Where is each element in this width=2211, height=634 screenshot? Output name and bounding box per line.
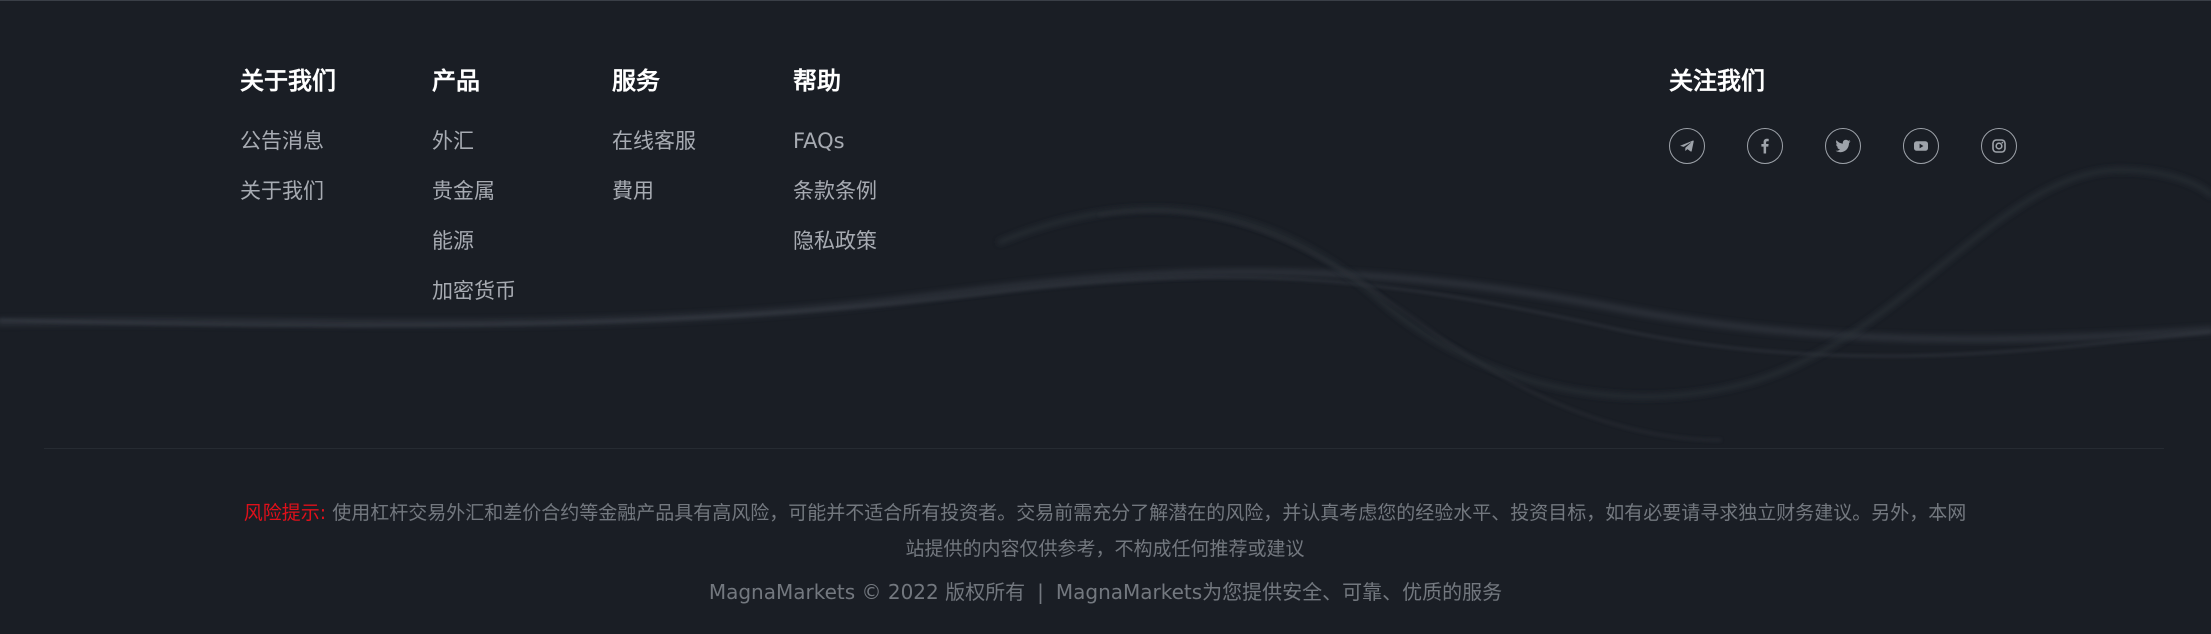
products-heading: 产品 (432, 67, 480, 95)
twitter-glyph (1835, 139, 1851, 153)
list-item: 在线客服 (612, 129, 696, 179)
risk-warning: 风险提示: 使用杠杆交易外汇和差价合约等金融产品具有高风险，可能并不适合所有投资… (240, 495, 1970, 567)
link-energy[interactable]: 能源 (432, 229, 474, 253)
copyright-text: MagnaMarkets © 2022 版权所有 (708, 580, 1026, 604)
link-about-us[interactable]: 关于我们 (240, 179, 324, 203)
link-terms[interactable]: 条款条例 (793, 179, 877, 203)
link-fees[interactable]: 費用 (612, 179, 654, 203)
about-links: 公告消息 关于我们 (240, 129, 336, 229)
list-item: 公告消息 (240, 129, 336, 179)
help-heading: 帮助 (793, 67, 841, 95)
list-item: 外汇 (432, 129, 516, 179)
telegram-icon[interactable] (1669, 128, 1705, 164)
youtube-glyph (1914, 141, 1928, 151)
products-links: 外汇 贵金属 能源 加密货币 (432, 129, 516, 329)
twitter-icon[interactable] (1825, 128, 1861, 164)
site-footer: 关于我们 公告消息 关于我们 产品 外汇 贵金属 能源 加密货币 服务 在线客服… (0, 0, 2211, 634)
risk-warning-label: 风险提示: (243, 502, 327, 524)
follow-heading: 关注我们 (1669, 67, 1765, 95)
copyright-separator: | (1037, 580, 1044, 604)
list-item: 隐私政策 (793, 229, 877, 279)
instagram-glyph (1992, 139, 2006, 153)
list-item: 費用 (612, 179, 696, 229)
list-item: 关于我们 (240, 179, 336, 229)
footer-column-services: 服务 在线客服 費用 (612, 64, 696, 229)
link-announcements[interactable]: 公告消息 (240, 129, 324, 153)
facebook-glyph (1761, 138, 1769, 154)
list-item: 加密货币 (432, 279, 516, 329)
copyright-tagline: MagnaMarkets为您提供安全、可靠、优质的服务 (1055, 580, 1503, 604)
link-online-support[interactable]: 在线客服 (612, 129, 696, 153)
list-item: 能源 (432, 229, 516, 279)
footer-column-help: 帮助 FAQs 条款条例 隐私政策 (793, 64, 877, 279)
list-item: 条款条例 (793, 179, 877, 229)
facebook-icon[interactable] (1747, 128, 1783, 164)
instagram-icon[interactable] (1981, 128, 2017, 164)
list-item: FAQs (793, 129, 877, 179)
services-heading: 服务 (612, 67, 660, 95)
footer-column-follow: 关注我们 (1669, 64, 2017, 164)
help-links: FAQs 条款条例 隐私政策 (793, 129, 877, 279)
footer-column-products: 产品 外汇 贵金属 能源 加密货币 (432, 64, 516, 329)
social-links (1669, 128, 2017, 164)
list-item: 贵金属 (432, 179, 516, 229)
link-faqs[interactable]: FAQs (793, 129, 845, 153)
about-heading: 关于我们 (240, 67, 336, 95)
youtube-icon[interactable] (1903, 128, 1939, 164)
link-precious-metals[interactable]: 贵金属 (432, 179, 495, 203)
footer-column-about: 关于我们 公告消息 关于我们 (240, 64, 336, 229)
risk-warning-text: 使用杠杆交易外汇和差价合约等金融产品具有高风险，可能并不适合所有投资者。交易前需… (326, 502, 1967, 560)
telegram-glyph (1680, 140, 1694, 152)
services-links: 在线客服 費用 (612, 129, 696, 229)
footer-divider (44, 448, 2164, 449)
top-border (0, 0, 2211, 1)
link-forex[interactable]: 外汇 (432, 129, 474, 153)
link-privacy-policy[interactable]: 隐私政策 (793, 229, 877, 253)
link-crypto[interactable]: 加密货币 (432, 279, 516, 303)
copyright: MagnaMarkets © 2022 版权所有 | MagnaMarkets为您提… (0, 578, 2211, 606)
